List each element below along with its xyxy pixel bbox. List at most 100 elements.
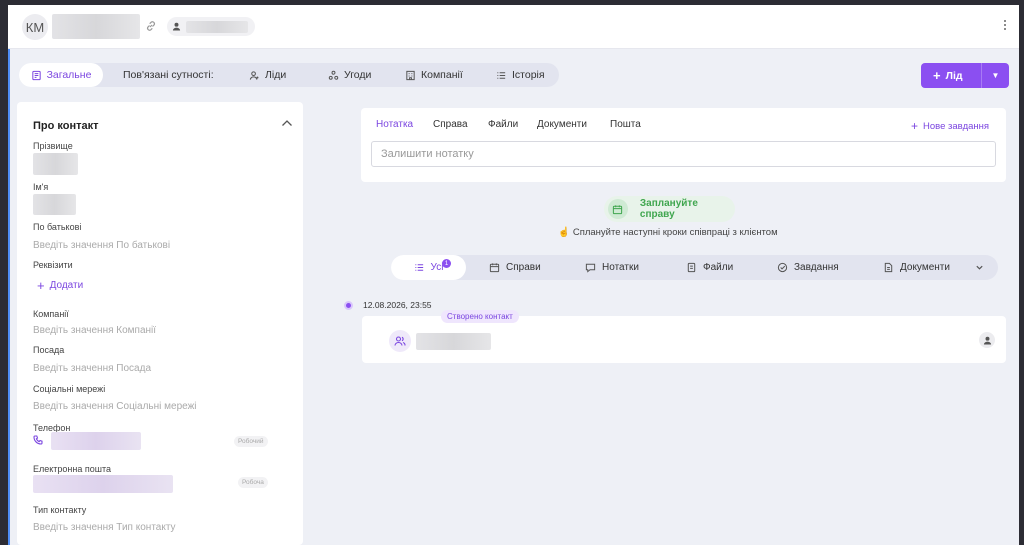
- new-task-label: Нове завдання: [923, 120, 990, 132]
- contact-name-redacted: [52, 14, 140, 39]
- tab-documents[interactable]: Документи: [537, 119, 587, 130]
- timeline-date: 12.08.2026, 23:55: [363, 300, 432, 310]
- filter-all-count: 1: [442, 259, 451, 268]
- timeline-filters: Усі 1 Справи Нотатки Файли Завдання Доку…: [391, 255, 998, 280]
- surname-label: Прізвище: [33, 141, 73, 151]
- document-icon: [884, 262, 893, 273]
- entity-tabs: Загальне Пов'язані сутності: Ліди Угоди …: [19, 63, 559, 87]
- companies-field[interactable]: Введіть значення Компанії: [33, 325, 156, 336]
- contact-type-label: Тип контакту: [33, 505, 87, 515]
- timeline-dot: [344, 301, 353, 310]
- tab-general-label: Загальне: [46, 69, 92, 81]
- event-contact-redacted[interactable]: [416, 333, 491, 350]
- phone-icon[interactable]: [33, 435, 43, 445]
- building-icon: [406, 70, 415, 80]
- tab-note[interactable]: Нотатка: [376, 119, 413, 130]
- schedule-hint-text: Сплануйте наступні кроки співпраці з клі…: [572, 227, 778, 238]
- deals-icon: [328, 70, 339, 80]
- calendar-icon: [608, 199, 628, 219]
- tab-leads[interactable]: Ліди: [249, 63, 286, 87]
- filter-all[interactable]: Усі 1: [391, 255, 466, 280]
- list-icon: [414, 264, 423, 271]
- note-input[interactable]: [371, 141, 996, 167]
- activity-composer: Нотатка Справа Файли Документи Пошта + Н…: [361, 108, 1006, 182]
- tab-general[interactable]: Загальне: [19, 63, 103, 87]
- contact-type-field[interactable]: Введіть значення Тип контакту: [33, 522, 176, 533]
- comment-icon: [585, 263, 596, 273]
- timeline-event-card[interactable]: Створено контакт: [362, 310, 1006, 363]
- filter-notes[interactable]: Нотатки: [585, 255, 639, 280]
- filter-documents-label: Документи: [900, 262, 950, 273]
- crm-contact-page: КМ Загальне Пов'язані сутності: Ліди Уго…: [8, 5, 1019, 545]
- responsible-user-redacted: [186, 20, 248, 33]
- tab-leads-label: Ліди: [265, 69, 287, 81]
- phone-type-tag: Робочий: [234, 436, 268, 447]
- filter-tasks[interactable]: Справи: [489, 255, 541, 280]
- tab-history-label: Історія: [512, 69, 545, 81]
- add-requisites-label: Додати: [49, 280, 84, 291]
- calendar-icon: [489, 263, 500, 273]
- tab-mail[interactable]: Пошта: [610, 119, 641, 130]
- phone-value-redacted[interactable]: [51, 432, 141, 450]
- filter-assignments-label: Завдання: [794, 262, 839, 273]
- users-icon: [389, 330, 411, 352]
- surname-value-redacted[interactable]: [33, 153, 78, 175]
- filter-tasks-label: Справи: [506, 262, 541, 273]
- users-icon: [249, 70, 259, 80]
- document-icon: [31, 70, 41, 80]
- event-type-badge: Створено контакт: [441, 310, 519, 323]
- name-label: Ім'я: [33, 182, 49, 192]
- tab-history[interactable]: Історія: [496, 63, 545, 87]
- tab-companies[interactable]: Компанії: [405, 63, 463, 87]
- schedule-hint: ☝ Сплануйте наступні кроки співпраці з к…: [558, 227, 778, 238]
- email-value-redacted[interactable]: [33, 475, 173, 493]
- plus-icon: +: [911, 119, 919, 133]
- email-label: Електронна пошта: [33, 464, 112, 474]
- filter-documents[interactable]: Документи: [883, 255, 950, 280]
- responsible-user-chip[interactable]: [167, 17, 255, 36]
- avatar[interactable]: КМ: [22, 14, 48, 40]
- tab-companies-label: Компанії: [421, 69, 463, 81]
- filter-assignments[interactable]: Завдання: [777, 255, 839, 280]
- social-label: Соціальні мережі: [33, 384, 106, 394]
- contact-info-panel: Про контакт Прізвище Ім'я По батькові Вв…: [17, 102, 303, 545]
- create-lead-main[interactable]: + Лід: [921, 68, 981, 83]
- schedule-activity-button[interactable]: Заплануйте справу: [604, 196, 735, 222]
- tab-task[interactable]: Справа: [433, 119, 468, 130]
- name-value-redacted[interactable]: [33, 194, 76, 215]
- tab-files[interactable]: Файли: [488, 119, 518, 130]
- related-entities-label: Пов'язані сутності:: [123, 63, 214, 87]
- position-field[interactable]: Введіть значення Посада: [33, 363, 151, 374]
- filter-notes-label: Нотатки: [602, 262, 639, 273]
- add-requisites-button[interactable]: + Додати: [37, 278, 83, 293]
- check-circle-icon: [777, 262, 788, 273]
- file-icon: [687, 262, 696, 273]
- chevron-down-icon[interactable]: ▼: [982, 71, 1009, 80]
- kebab-menu-icon[interactable]: [1002, 20, 1008, 34]
- requisites-label: Реквізити: [33, 260, 73, 270]
- social-field[interactable]: Введіть значення Соціальні мережі: [33, 401, 197, 412]
- new-task-button[interactable]: + Нове завдання: [911, 119, 989, 133]
- list-icon: [497, 71, 506, 79]
- patronymic-label: По батькові: [33, 222, 82, 232]
- patronymic-field[interactable]: Введіть значення По батькові: [33, 240, 170, 251]
- position-label: Посада: [33, 345, 65, 355]
- chevron-down-icon[interactable]: [975, 263, 984, 272]
- user-icon[interactable]: [979, 332, 995, 348]
- chevron-up-icon[interactable]: [281, 118, 293, 128]
- plus-icon: +: [37, 278, 45, 293]
- panel-title: Про контакт: [33, 120, 99, 132]
- pointing-hand-icon: ☝: [558, 227, 570, 238]
- email-type-tag: Робоча: [238, 477, 268, 488]
- filter-files-label: Файли: [703, 262, 734, 273]
- filter-files[interactable]: Файли: [686, 255, 733, 280]
- related-label-text: Пов'язані сутності:: [123, 69, 214, 81]
- user-icon: [172, 22, 181, 31]
- link-icon[interactable]: [145, 20, 157, 32]
- tab-deals[interactable]: Угоди: [328, 63, 371, 87]
- create-lead-label: Лід: [945, 69, 963, 82]
- tab-deals-label: Угоди: [344, 69, 372, 81]
- plus-icon: +: [933, 68, 941, 83]
- contact-header: КМ: [8, 5, 1019, 49]
- create-lead-button[interactable]: + Лід ▼: [921, 63, 1009, 88]
